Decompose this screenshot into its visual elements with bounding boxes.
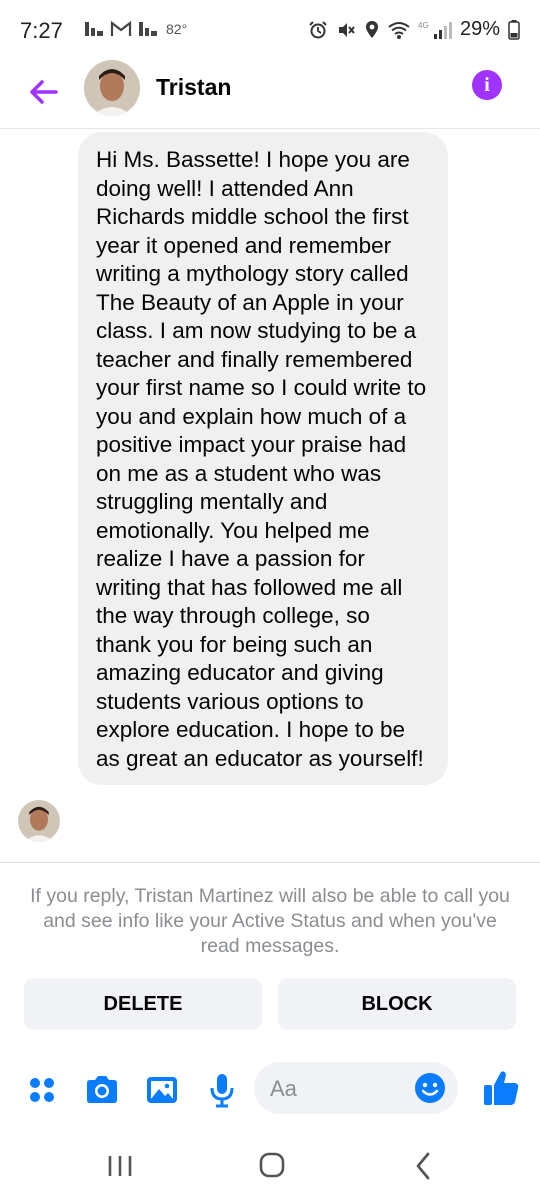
svg-text:4G: 4G — [418, 21, 429, 30]
system-nav-bar — [0, 1130, 540, 1200]
delete-button[interactable]: DELETE — [24, 978, 262, 1030]
message-input[interactable] — [268, 1072, 412, 1106]
status-left-icons: 82° — [84, 20, 187, 38]
status-bar: 7:27 82° 4G 29% — [0, 0, 540, 60]
home-icon[interactable] — [252, 1148, 292, 1184]
thumbs-up-icon[interactable] — [482, 1068, 520, 1108]
message-request-notice: If you reply, Tristan Martinez will also… — [30, 885, 510, 957]
app-notification-icon — [85, 22, 103, 36]
signal-icon: 4G — [418, 21, 452, 39]
contact-name[interactable]: Tristan — [156, 74, 231, 101]
microphone-icon[interactable] — [204, 1072, 240, 1108]
divider — [0, 862, 540, 863]
wifi-icon — [388, 21, 410, 39]
message-input-container[interactable] — [254, 1062, 458, 1114]
block-button[interactable]: BLOCK — [278, 978, 516, 1030]
status-time: 7:27 — [20, 18, 63, 43]
image-icon[interactable] — [144, 1072, 180, 1108]
sender-avatar-photo-icon — [18, 800, 60, 842]
app-notification-icon-2 — [139, 22, 157, 36]
contact-avatar[interactable] — [84, 60, 140, 116]
status-temperature: 82° — [166, 21, 188, 37]
emoji-icon[interactable] — [414, 1072, 446, 1104]
message-composer — [0, 1060, 540, 1118]
recent-apps-icon[interactable] — [100, 1148, 140, 1184]
avatar-photo-icon — [84, 60, 140, 116]
info-icon[interactable]: i — [472, 70, 502, 100]
menu-dots-icon[interactable] — [24, 1072, 60, 1108]
camera-icon[interactable] — [84, 1072, 120, 1108]
mute-icon — [338, 22, 355, 37]
message-bubble[interactable]: Hi Ms. Bassette! I hope you are doing we… — [78, 132, 448, 785]
battery-icon — [508, 19, 520, 40]
back-icon[interactable] — [404, 1148, 444, 1184]
back-arrow-icon[interactable] — [24, 72, 64, 112]
status-right-icons: 4G 29% — [308, 18, 520, 41]
location-icon — [365, 20, 378, 38]
message-text: Hi Ms. Bassette! I hope you are doing we… — [96, 147, 427, 771]
alarm-icon — [309, 20, 327, 38]
battery-percentage: 29% — [459, 18, 500, 40]
chat-header: Tristan i — [0, 60, 540, 129]
gmail-icon — [110, 20, 132, 36]
sender-avatar[interactable] — [18, 800, 60, 842]
